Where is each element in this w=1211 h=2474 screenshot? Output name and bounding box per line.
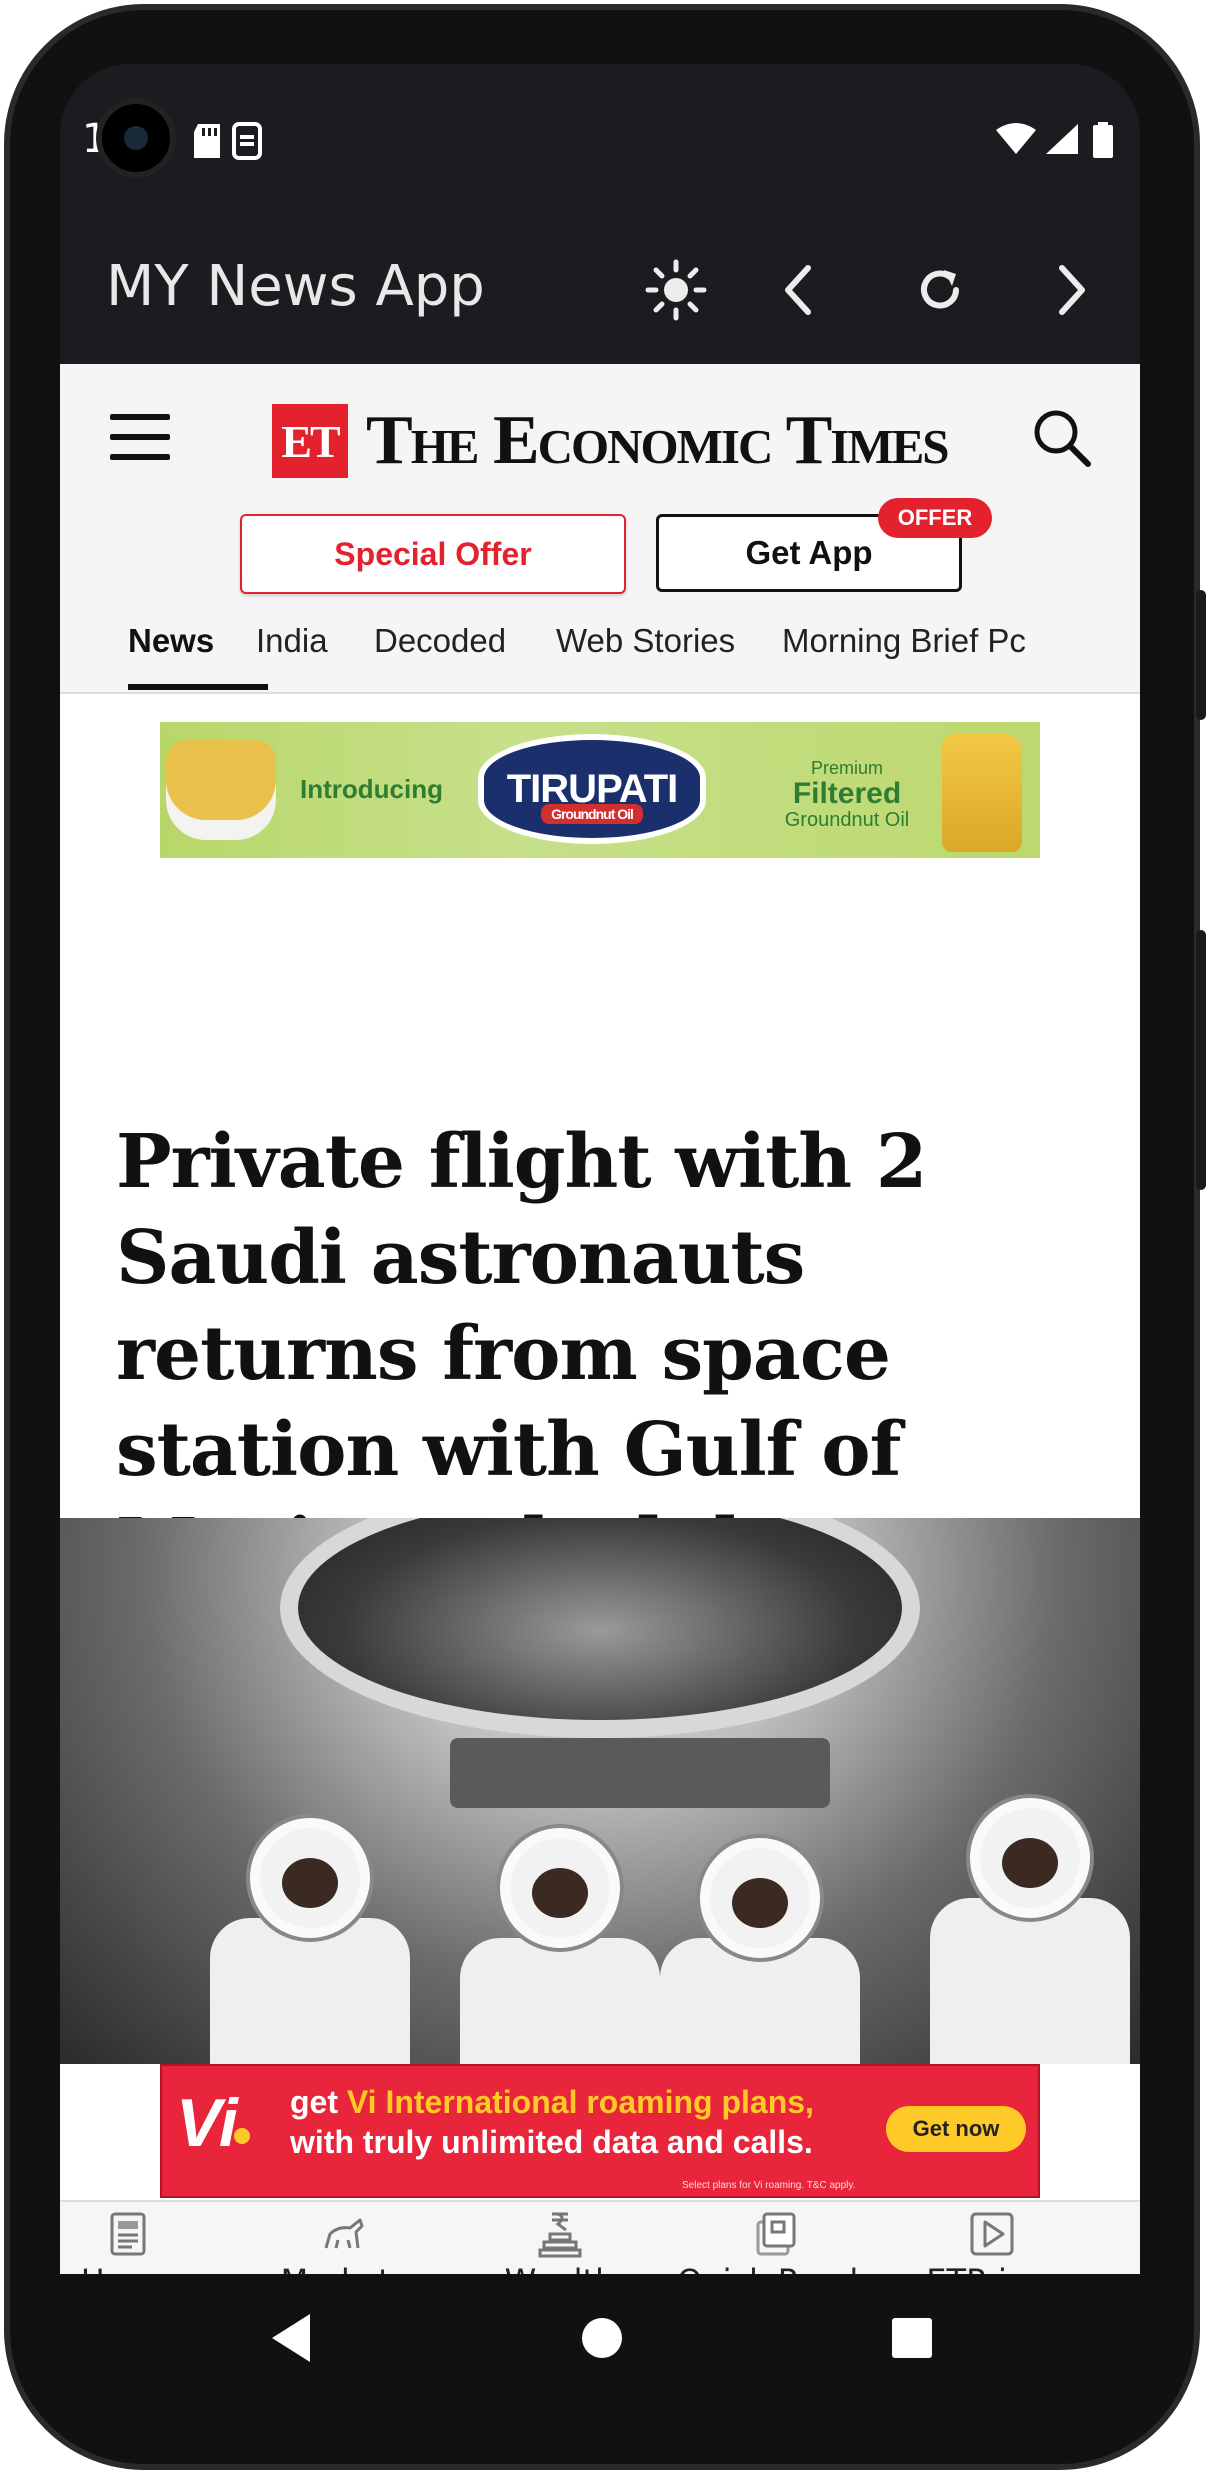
nav-etprime[interactable]: ETPrime bbox=[892, 2196, 1092, 2274]
article-photo[interactable] bbox=[60, 1518, 1140, 2064]
get-now-button[interactable]: Get now bbox=[886, 2106, 1026, 2152]
nav-quick-reads-label: Quick Reads bbox=[676, 2262, 876, 2274]
tab-morning-brief[interactable]: Morning Brief Pc bbox=[782, 622, 1026, 660]
nav-home-label: Home bbox=[60, 2262, 228, 2274]
nav-home[interactable]: Home bbox=[60, 2196, 228, 2274]
reload-button[interactable] bbox=[902, 252, 978, 328]
ad-vi-fine-print: Select plans for Vi roaming. T&C apply. bbox=[682, 2180, 856, 2191]
battery-icon bbox=[1093, 122, 1113, 158]
status-bar: 1:13 bbox=[60, 64, 1140, 214]
theme-toggle-button[interactable] bbox=[638, 252, 714, 328]
system-recents-icon[interactable] bbox=[884, 2310, 940, 2366]
power-button bbox=[1196, 590, 1206, 720]
app-title: MY News App bbox=[106, 254, 485, 319]
device-screen: 1:13 MY News App bbox=[60, 64, 1140, 2274]
tab-web-stories[interactable]: Web Stories bbox=[556, 622, 735, 660]
app-bar: MY News App bbox=[60, 214, 1140, 364]
ad-premium: Premium bbox=[810, 758, 883, 778]
nav-wealth[interactable]: Wealth bbox=[460, 2196, 660, 2274]
astronaut-helmet-1 bbox=[250, 1818, 370, 1938]
volume-button bbox=[1196, 930, 1206, 1190]
bull-icon bbox=[324, 2218, 364, 2249]
special-offer-button[interactable]: Special Offer bbox=[240, 514, 626, 594]
active-tab-indicator bbox=[128, 684, 268, 690]
oil-can-image bbox=[942, 734, 1022, 852]
hamburger-menu-icon[interactable] bbox=[110, 414, 170, 464]
forward-button[interactable] bbox=[1034, 252, 1110, 328]
nav-quick-reads[interactable]: Quick Reads bbox=[676, 2196, 876, 2274]
nav-wealth-label: Wealth bbox=[460, 2262, 660, 2274]
astronaut-suit-1 bbox=[210, 1918, 410, 2064]
system-back-icon[interactable] bbox=[268, 2310, 316, 2366]
ad-vi-prefix: get bbox=[290, 2084, 347, 2120]
bottom-navigation: Home Markets Wealth bbox=[60, 2200, 1140, 2274]
rupee-stack-icon bbox=[538, 2212, 582, 2258]
front-camera bbox=[96, 98, 176, 178]
astronaut-helmet-3 bbox=[700, 1838, 820, 1958]
cell-signal-icon bbox=[1046, 124, 1078, 154]
site-header: ET The Economic Times Special Offer Get … bbox=[60, 364, 1140, 694]
screenshot-icon bbox=[232, 122, 262, 160]
quick-reads-icon bbox=[756, 2212, 796, 2256]
capsule-panel bbox=[450, 1738, 830, 1808]
ad-product-text: Premium Filtered Groundnut Oil bbox=[772, 758, 922, 832]
nav-etprime-label: ETPrime bbox=[892, 2262, 1092, 2274]
ad-vi-copy: get Vi International roaming plans, with… bbox=[290, 2082, 814, 2162]
ad-brand-logo: TIRUPATI Groundnut Oil bbox=[478, 734, 706, 844]
ad-vi-highlight: Vi International roaming plans, bbox=[346, 2084, 814, 2120]
astronaut-helmet-2 bbox=[500, 1828, 620, 1948]
webview[interactable]: ET The Economic Times Special Offer Get … bbox=[60, 364, 1140, 2274]
tab-news[interactable]: News bbox=[128, 622, 214, 660]
ad-filtered: Filtered bbox=[792, 777, 902, 810]
wifi-icon bbox=[996, 123, 1036, 154]
capsule-hatch bbox=[280, 1518, 920, 1738]
tab-india[interactable]: India bbox=[256, 622, 328, 660]
play-icon bbox=[970, 2212, 1014, 2256]
offer-badge: OFFER bbox=[878, 498, 992, 538]
sun-icon bbox=[645, 259, 707, 321]
chevron-left-icon bbox=[785, 265, 811, 315]
ad-vi-line2: with truly unlimited data and calls. bbox=[290, 2124, 813, 2160]
system-navigation-bar bbox=[60, 2274, 1140, 2414]
search-icon[interactable] bbox=[1028, 404, 1094, 470]
system-home-icon[interactable] bbox=[574, 2310, 630, 2366]
site-logo[interactable]: ET The Economic Times bbox=[272, 402, 950, 479]
astronaut-suit-4 bbox=[930, 1898, 1130, 2064]
newspaper-icon bbox=[110, 2212, 146, 2256]
ad-groundnut: Groundnut Oil bbox=[784, 809, 910, 831]
ad-brand-sub: Groundnut Oil bbox=[541, 804, 643, 824]
ad-introducing: Introducing bbox=[300, 774, 443, 804]
ad-banner-vi[interactable]: Vi get Vi International roaming plans, w… bbox=[160, 2064, 1040, 2198]
section-tabs: News India Decoded Web Stories Morning B… bbox=[60, 622, 1140, 694]
nav-markets-label: Markets bbox=[244, 2262, 444, 2274]
back-button[interactable] bbox=[760, 252, 836, 328]
astronaut-suit-2 bbox=[460, 1938, 660, 2064]
tab-decoded[interactable]: Decoded bbox=[374, 622, 506, 660]
sd-card-icon bbox=[194, 124, 220, 158]
logo-badge: ET bbox=[272, 404, 348, 478]
vi-logo: Vi bbox=[176, 2085, 250, 2161]
food-image bbox=[166, 740, 276, 840]
ad-banner-tirupati[interactable]: Introducing TIRUPATI Groundnut Oil Premi… bbox=[160, 722, 1040, 858]
logo-wordmark: The Economic Times bbox=[366, 402, 950, 479]
chevron-right-icon bbox=[1059, 265, 1085, 315]
nav-markets[interactable]: Markets bbox=[244, 2196, 444, 2274]
astronaut-helmet-4 bbox=[970, 1798, 1090, 1918]
refresh-icon bbox=[921, 270, 959, 309]
